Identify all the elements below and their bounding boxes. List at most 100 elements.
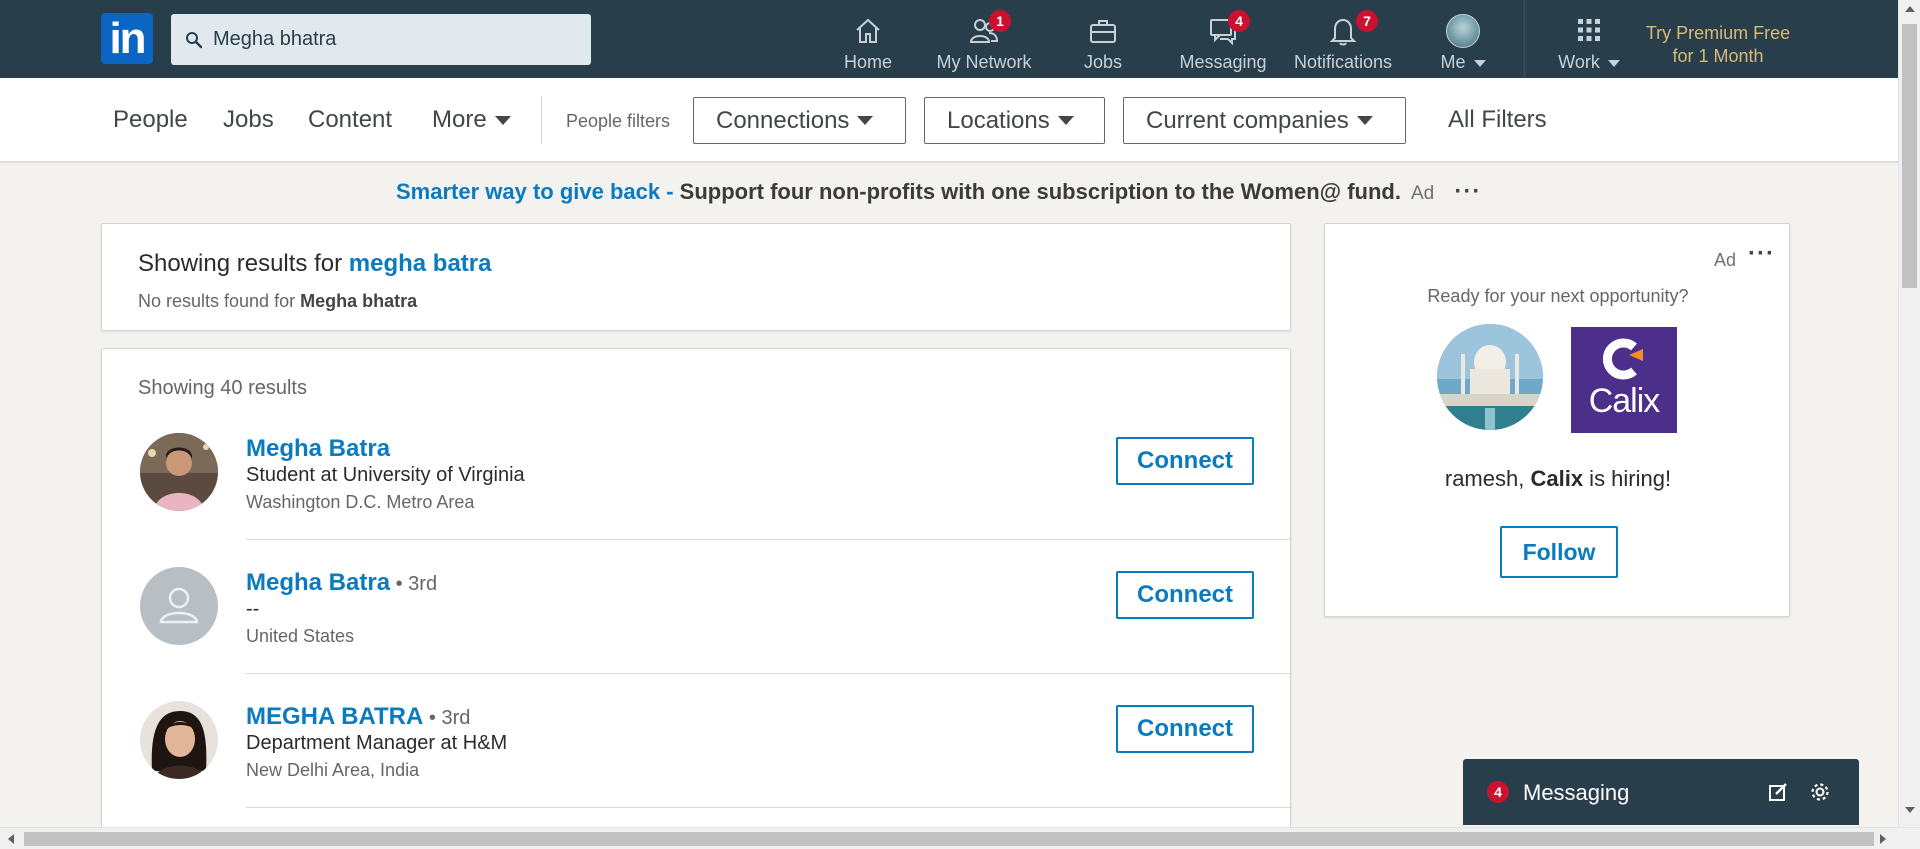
ad-tag: Ad bbox=[1714, 250, 1737, 270]
calix-logo-text: Calix bbox=[1588, 382, 1661, 420]
connect-button[interactable]: Connect bbox=[1116, 571, 1254, 619]
calix-logo[interactable]: Calix bbox=[1571, 327, 1677, 433]
all-filters-button[interactable]: All Filters bbox=[1448, 106, 1547, 134]
profile-photo[interactable] bbox=[140, 701, 218, 779]
follow-button[interactable]: Follow bbox=[1500, 526, 1618, 578]
profile-photo-placeholder[interactable] bbox=[140, 567, 218, 645]
vertical-scrollbar[interactable] bbox=[1898, 0, 1920, 827]
current-companies-filter-button[interactable]: Current companies bbox=[1123, 97, 1406, 144]
result-name-text: Megha Batra bbox=[246, 569, 391, 596]
result-name[interactable]: Megha Batra bbox=[246, 435, 390, 463]
vertical-scroll-thumb[interactable] bbox=[1902, 24, 1917, 288]
nav-divider bbox=[1524, 0, 1525, 78]
nav-jobs[interactable]: Jobs bbox=[1072, 14, 1134, 74]
network-badge: 1 bbox=[989, 10, 1011, 32]
locations-filter-label: Locations bbox=[947, 106, 1050, 134]
search-query[interactable]: Megha bhatra bbox=[213, 28, 336, 51]
ad-text: Support four non-profits with one subscr… bbox=[679, 179, 1401, 204]
chevron-down-icon bbox=[494, 116, 511, 126]
chevron-down-icon bbox=[1607, 59, 1620, 67]
chevron-down-icon bbox=[1356, 116, 1373, 125]
scroll-up-arrow-icon[interactable] bbox=[1905, 6, 1915, 12]
nav-notifications[interactable]: 7 Notifications bbox=[1292, 10, 1394, 74]
connections-filter-button[interactable]: Connections bbox=[693, 97, 906, 144]
hiring-name: ramesh, bbox=[1444, 466, 1531, 491]
result-name[interactable]: Megha Batra • 3rd bbox=[246, 569, 437, 597]
gear-icon[interactable] bbox=[1809, 781, 1831, 803]
premium-trial-link[interactable]: Try Premium Free for 1 Month bbox=[1630, 22, 1806, 68]
result-item[interactable]: MEGHA BATRA • 3rd Department Manager at … bbox=[102, 697, 1292, 831]
scroll-left-arrow-icon[interactable] bbox=[8, 834, 14, 844]
spelling-correction-card: Showing results for megha batra No resul… bbox=[101, 223, 1291, 331]
more-options-icon[interactable]: ··· bbox=[1748, 240, 1775, 268]
horizontal-scroll-thumb[interactable] bbox=[24, 832, 1874, 846]
tab-more[interactable]: More bbox=[432, 106, 511, 134]
people-filters-label: People filters bbox=[566, 111, 671, 131]
ad-tag: Ad bbox=[1410, 183, 1435, 204]
suggested-query-link[interactable]: megha batra bbox=[349, 250, 492, 277]
premium-line-2: for 1 Month bbox=[1672, 46, 1764, 66]
result-location: New Delhi Area, India bbox=[246, 760, 420, 780]
tab-jobs[interactable]: Jobs bbox=[223, 106, 274, 134]
tab-content[interactable]: Content bbox=[308, 106, 392, 134]
premium-line-1: Try Premium Free bbox=[1645, 23, 1791, 43]
result-name[interactable]: MEGHA BATRA • 3rd bbox=[246, 703, 470, 731]
connection-degree: • 3rd bbox=[390, 573, 438, 595]
results-count: Showing 40 results bbox=[138, 377, 307, 399]
grid-icon bbox=[1578, 19, 1600, 41]
result-divider bbox=[246, 807, 1292, 808]
nav-me-label: Me bbox=[1428, 52, 1498, 73]
messaging-dock[interactable]: 4 Messaging bbox=[1463, 759, 1859, 825]
filter-divider bbox=[541, 96, 542, 144]
result-headline: Student at University of Virginia bbox=[246, 464, 525, 486]
result-name-text: Megha Batra bbox=[246, 435, 391, 462]
result-item[interactable]: Megha Batra • 3rd -- United States Conne… bbox=[102, 563, 1292, 697]
tab-more-label: More bbox=[432, 106, 487, 133]
profile-photo[interactable] bbox=[140, 433, 218, 511]
nav-jobs-label: Jobs bbox=[1083, 52, 1123, 72]
messaging-dock-badge: 4 bbox=[1487, 781, 1509, 803]
tab-people[interactable]: People bbox=[113, 106, 188, 134]
hiring-message: ramesh, Calix is hiring! bbox=[1325, 466, 1791, 492]
result-headline: -- bbox=[246, 598, 260, 620]
linkedin-logo[interactable]: in bbox=[101, 13, 153, 64]
hiring-company: Calix bbox=[1530, 466, 1584, 491]
search-icon bbox=[186, 31, 203, 48]
scroll-down-arrow-icon[interactable] bbox=[1905, 807, 1915, 813]
nav-my-network[interactable]: 1 My Network bbox=[934, 10, 1034, 74]
nav-work[interactable]: Work bbox=[1554, 14, 1624, 74]
locations-filter-button[interactable]: Locations bbox=[924, 97, 1105, 144]
connect-button[interactable]: Connect bbox=[1116, 437, 1254, 485]
home-icon bbox=[856, 18, 880, 43]
showing-results-prefix: Showing results for bbox=[138, 250, 349, 277]
sponsored-banner[interactable]: Smarter way to give back - Support four … bbox=[396, 178, 1481, 206]
result-location: United States bbox=[246, 626, 355, 646]
connections-filter-label: Connections bbox=[716, 106, 850, 134]
no-results-note: No results found for Megha bhatra bbox=[138, 291, 417, 312]
more-options-icon[interactable]: ··· bbox=[1454, 178, 1481, 205]
result-headline: Department Manager at H&M bbox=[246, 732, 508, 754]
nav-home[interactable]: Home bbox=[838, 14, 898, 74]
showing-results-for: Showing results for megha batra bbox=[138, 250, 491, 278]
nav-me[interactable]: Me bbox=[1428, 14, 1498, 74]
scroll-right-arrow-icon[interactable] bbox=[1880, 834, 1886, 844]
member-photo bbox=[1437, 324, 1543, 430]
result-name-text: MEGHA BATRA bbox=[246, 703, 424, 730]
nav-notifications-label: Notifications bbox=[1293, 52, 1393, 72]
result-item[interactable]: Megha Batra Student at University of Vir… bbox=[102, 429, 1292, 563]
nav-messaging[interactable]: 4 Messaging bbox=[1178, 10, 1268, 74]
search-input[interactable]: Megha bhatra bbox=[171, 14, 591, 65]
ad-headline: Ready for your next opportunity? bbox=[1427, 286, 1689, 306]
result-location: Washington D.C. Metro Area bbox=[246, 492, 475, 512]
horizontal-scrollbar[interactable] bbox=[0, 827, 1920, 849]
compose-icon[interactable] bbox=[1767, 781, 1789, 803]
ad-highlight: Smarter way to give back - bbox=[396, 179, 680, 204]
search-filter-bar: People Jobs Content More People filters … bbox=[0, 78, 1898, 162]
connection-degree: • 3rd bbox=[423, 707, 471, 729]
nav-home-label: Home bbox=[843, 52, 892, 72]
connect-button[interactable]: Connect bbox=[1116, 705, 1254, 753]
original-query[interactable]: Megha bhatra bbox=[300, 291, 417, 311]
nav-messaging-label: Messaging bbox=[1179, 52, 1267, 72]
nav-my-network-label: My Network bbox=[936, 52, 1032, 72]
nav-work-label: Work bbox=[1554, 52, 1624, 73]
